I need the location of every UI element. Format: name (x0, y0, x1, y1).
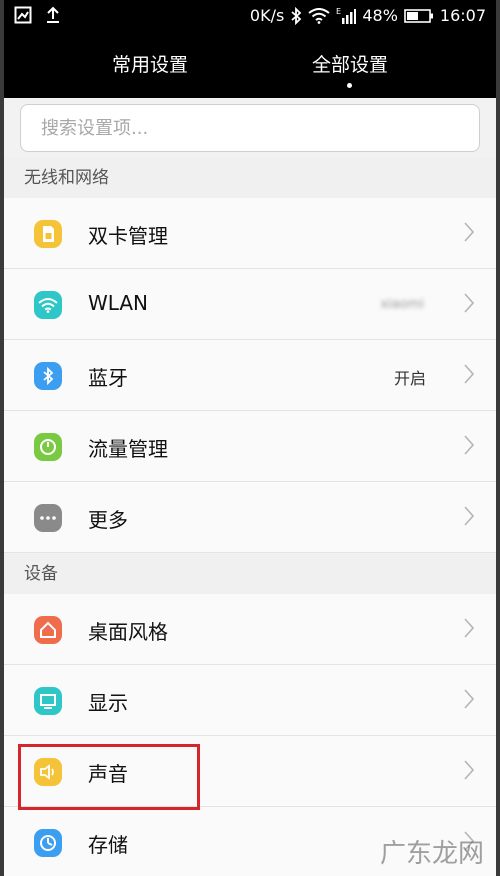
chevron-right-icon (464, 364, 475, 388)
home-icon (34, 616, 62, 644)
settings-item-data-usage[interactable]: 流量管理 (4, 411, 496, 482)
more-icon (34, 504, 62, 532)
network-type: E (336, 7, 341, 16)
chevron-right-icon (464, 435, 475, 459)
settings-item-label: 蓝牙 (88, 366, 128, 390)
settings-tabs: 常用设置 全部设置 (4, 50, 496, 90)
sound-highlight-box (18, 744, 200, 810)
battery-percent: 48% (362, 6, 398, 25)
settings-item-display[interactable]: 显示 (4, 665, 496, 736)
clock: 16:07 (439, 6, 486, 25)
bluetooth-icon (34, 362, 62, 390)
watermark-text: 广东龙网 (379, 839, 484, 869)
chevron-right-icon (464, 689, 475, 713)
data-usage-icon (34, 433, 62, 461)
signal-icon: E (336, 7, 357, 25)
wifi-icon (34, 291, 62, 319)
upload-notification-icon (44, 6, 62, 24)
settings-screen: 0K/s E 48% 16:07 常用设置 全部设置 搜索设置项... 无线和网… (4, 0, 496, 876)
battery-icon (404, 8, 434, 24)
active-tab-indicator (347, 83, 352, 88)
tab-all-settings[interactable]: 全部设置 (312, 50, 388, 77)
settings-item-label: 存储 (88, 833, 128, 857)
status-bar: 0K/s E 48% 16:07 (4, 0, 496, 32)
search-box[interactable] (20, 104, 480, 152)
settings-item-more[interactable]: 更多 (4, 482, 496, 553)
settings-item-label: 更多 (88, 508, 128, 532)
settings-item-label: 双卡管理 (88, 224, 168, 248)
network-speed: 0K/s (249, 6, 285, 25)
tab-common-settings[interactable]: 常用设置 (112, 50, 188, 77)
section-header-device: 设备 (4, 554, 496, 594)
settings-item-label: 桌面风格 (88, 620, 168, 644)
settings-item-wlan[interactable]: WLAN xiaomi (4, 269, 496, 340)
settings-item-label: 显示 (88, 691, 128, 715)
bluetooth-status-icon (290, 6, 302, 25)
chevron-right-icon (464, 293, 475, 317)
chevron-right-icon (464, 222, 475, 246)
connected-network-name: xiaomi (380, 297, 424, 312)
chevron-right-icon (464, 618, 475, 642)
image-notification-icon (14, 6, 32, 24)
section-header-wireless: 无线和网络 (4, 158, 496, 198)
settings-item-label: WLAN (88, 291, 149, 315)
chevron-right-icon (464, 760, 475, 784)
storage-icon (34, 829, 62, 857)
sim-card-icon (34, 220, 62, 248)
settings-item-bluetooth[interactable]: 蓝牙 开启 (4, 340, 496, 411)
bluetooth-status-value: 开启 (393, 369, 426, 388)
display-icon (34, 687, 62, 715)
wifi-status-icon (308, 7, 330, 24)
settings-item-dual-sim[interactable]: 双卡管理 (4, 198, 496, 269)
settings-item-home-style[interactable]: 桌面风格 (4, 594, 496, 665)
settings-item-label: 流量管理 (88, 437, 168, 461)
top-bar: 0K/s E 48% 16:07 常用设置 全部设置 (4, 0, 496, 98)
search-input[interactable] (21, 105, 479, 151)
chevron-right-icon (464, 506, 475, 530)
